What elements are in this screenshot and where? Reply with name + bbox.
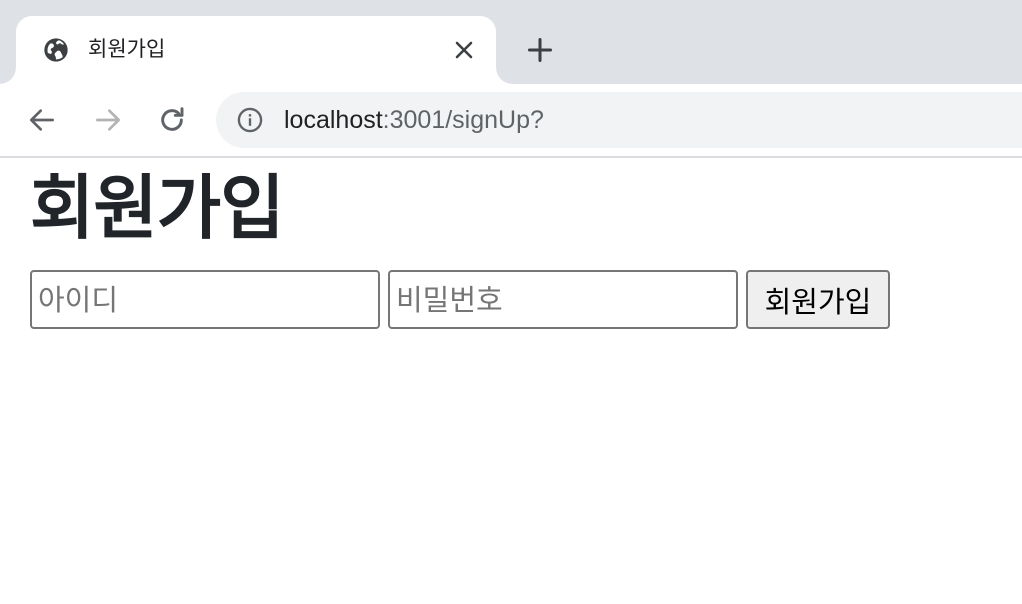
url-text[interactable]: localhost:3001/signUp? [284,104,544,136]
info-icon[interactable] [236,106,264,134]
reload-icon[interactable] [156,104,188,136]
plus-icon[interactable] [526,36,554,64]
close-icon[interactable] [452,38,476,62]
active-tab[interactable]: 회원가입 [0,16,512,84]
signup-button[interactable]: 회원가입 [746,270,890,329]
url-host: localhost [284,106,383,134]
arrow-left-icon[interactable] [26,104,58,136]
url-path: :3001/signUp? [382,106,544,134]
tab-title: 회원가입 [88,37,166,61]
signup-form: 회원가입 [30,270,890,329]
arrow-right-icon[interactable] [92,104,124,136]
password-input[interactable] [388,270,738,329]
globe-icon [42,36,70,64]
tab-strip: 회원가입 [0,0,1022,84]
page-title: 회원가입 [30,167,285,249]
address-bar[interactable]: localhost:3001/signUp? [216,92,1022,148]
id-input[interactable] [30,270,380,329]
page-content: 회원가입 회원가입 [0,158,1022,604]
browser-toolbar: localhost:3001/signUp? [0,84,1022,156]
